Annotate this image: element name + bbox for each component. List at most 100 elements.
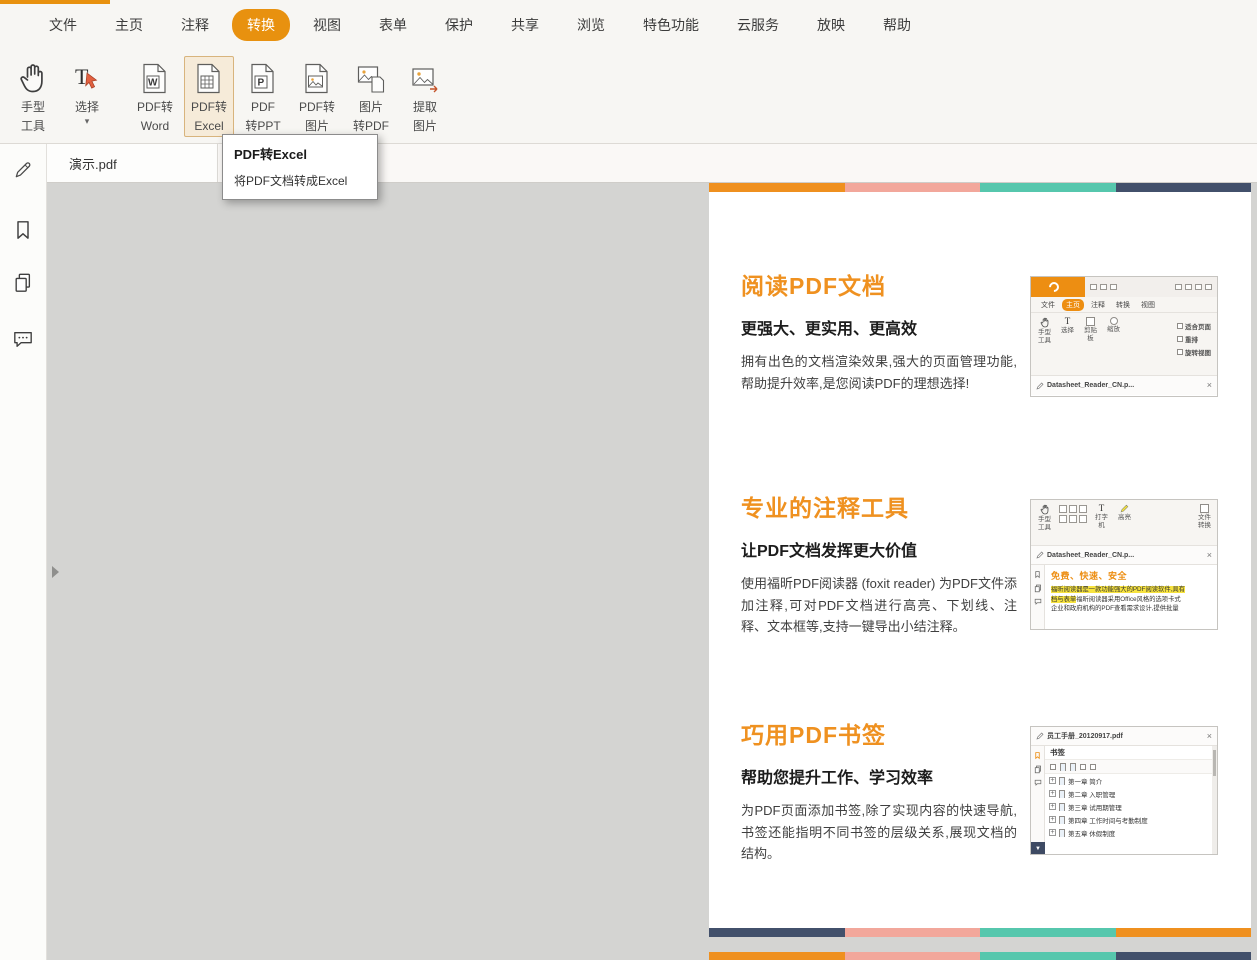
reflow-icon bbox=[1177, 336, 1183, 342]
section-body: 使用福昕PDF阅读器 (foxit reader) 为PDF文件添加注释,可对P… bbox=[741, 573, 1017, 638]
pdf-to-image-icon bbox=[304, 59, 330, 97]
menu-tab-form[interactable]: 表单 bbox=[364, 9, 422, 41]
comments-panel-icon[interactable] bbox=[11, 327, 35, 351]
menu-tab-share[interactable]: 共享 bbox=[496, 9, 554, 41]
bookmark-panel-toolbar-icons bbox=[1045, 760, 1217, 774]
pdf-to-ppt-icon: P bbox=[250, 59, 276, 97]
document-tab[interactable]: 演示.pdf bbox=[47, 144, 218, 182]
hand-icon bbox=[18, 59, 48, 97]
svg-text:P: P bbox=[258, 77, 265, 88]
expand-icon: + bbox=[1049, 790, 1056, 797]
bookmark-item: +第五章 休假制度 bbox=[1045, 826, 1217, 839]
thumb-doc-tab: Datasheet_Reader_CN.p... × bbox=[1031, 546, 1217, 565]
pdf-to-ppt-button[interactable]: P PDF 转PPT bbox=[238, 56, 288, 137]
svg-text:W: W bbox=[148, 77, 158, 88]
bookmark-icon bbox=[1059, 803, 1065, 811]
menu-tab-features[interactable]: 特色功能 bbox=[628, 9, 714, 41]
pdf-to-image-button[interactable]: PDF转 图片 bbox=[292, 56, 342, 137]
bookmarks-panel-icon[interactable] bbox=[11, 218, 35, 242]
hand-tool-label-line2: 工具 bbox=[21, 117, 45, 136]
close-icon: × bbox=[1207, 732, 1212, 741]
image-to-pdf-icon bbox=[357, 59, 385, 97]
edit-pencil-icon bbox=[1036, 732, 1044, 740]
image-to-pdf-button[interactable]: 图片 转PDF bbox=[346, 56, 396, 137]
edit-pencil-icon[interactable] bbox=[11, 158, 35, 182]
fit-page-icon bbox=[1177, 323, 1183, 329]
highlighter-icon bbox=[1120, 504, 1129, 513]
menu-tab-home[interactable]: 主页 bbox=[100, 9, 158, 41]
bookmark-panel-title: 书签 bbox=[1045, 746, 1217, 760]
pdf-to-excel-label-line2: Excel bbox=[194, 117, 223, 136]
thumb-left-rail bbox=[1031, 565, 1045, 630]
menu-tab-cloud[interactable]: 云服务 bbox=[722, 9, 794, 41]
image-to-pdf-label-line1: 图片 bbox=[359, 98, 383, 117]
quick-access-icons bbox=[1085, 277, 1122, 297]
ribbon-toolbar: 手型 工具 T 选择 ▾ W PDF转 Word PDF转 Excel P PD… bbox=[0, 47, 1257, 144]
comments-panel-icon bbox=[1034, 779, 1042, 786]
pages-panel-icon bbox=[1034, 584, 1042, 593]
hand-tool-label-line1: 手型 bbox=[21, 98, 45, 117]
pages-panel-icon[interactable] bbox=[11, 271, 35, 295]
ribbon-menubar: 文件 主页 注释 转换 视图 表单 保护 共享 浏览 特色功能 云服务 放映 帮… bbox=[34, 6, 926, 44]
chevron-down-icon: ▾ bbox=[85, 117, 90, 126]
foxit-logo-icon bbox=[1031, 277, 1085, 297]
thumb-menu-home: 主页 bbox=[1062, 299, 1084, 311]
thumb-tool-icons bbox=[1059, 504, 1087, 545]
thumb-page-text: 免费、快速、安全 福昕阅读器是一款功能强大的PDF阅读软件,具有 档与表单福昕阅… bbox=[1045, 565, 1217, 630]
thumb-clipboard-tool: 剪贴板 bbox=[1082, 317, 1099, 375]
thumb-doc-tab: Datasheet_Reader_CN.p... × bbox=[1031, 376, 1217, 395]
bookmark-icon bbox=[1059, 829, 1065, 837]
menu-tab-protect[interactable]: 保护 bbox=[430, 9, 488, 41]
expand-icon: + bbox=[1049, 816, 1056, 823]
menu-tab-convert[interactable]: 转换 bbox=[232, 9, 290, 41]
menu-tab-present[interactable]: 放映 bbox=[802, 9, 860, 41]
pdf-to-ppt-label-line1: PDF bbox=[251, 98, 275, 117]
clipboard-icon bbox=[1086, 317, 1095, 326]
select-tool-label: 选择 bbox=[75, 98, 99, 117]
pdf-to-word-icon: W bbox=[142, 59, 168, 97]
rotate-view-option: 旋转视图 bbox=[1177, 347, 1211, 357]
menu-tab-help[interactable]: 帮助 bbox=[868, 9, 926, 41]
close-icon: × bbox=[1207, 551, 1212, 560]
panel-expander-arrow-icon[interactable] bbox=[52, 566, 59, 578]
expand-icon: + bbox=[1049, 777, 1056, 784]
thumb-titlebar bbox=[1031, 277, 1217, 297]
edit-pencil-icon bbox=[1036, 551, 1044, 559]
hand-tool-button[interactable]: 手型 工具 bbox=[8, 56, 58, 137]
extract-image-label-line1: 提取 bbox=[413, 98, 437, 117]
bookmark-icon bbox=[1059, 777, 1065, 785]
bookmark-item: +第一章 简介 bbox=[1045, 774, 1217, 787]
document-canvas[interactable]: 阅读PDF文档 更强大、更实用、更高效 拥有出色的文档渲染效果,强大的页面管理功… bbox=[47, 183, 1257, 960]
thumb-menu-file: 文件 bbox=[1037, 299, 1059, 311]
section-subheading: 更强大、更实用、更高效 bbox=[741, 315, 1017, 339]
pdf-to-image-label-line1: PDF转 bbox=[299, 98, 335, 117]
thumb-menu-view: 视图 bbox=[1137, 299, 1159, 311]
pdf-page-2-edge bbox=[709, 952, 1251, 960]
menu-tab-view[interactable]: 视图 bbox=[298, 9, 356, 41]
thumb-orange-heading: 免费、快速、安全 bbox=[1051, 569, 1211, 582]
thumb-view-options: 适合页面 重排 旋转视图 bbox=[1177, 317, 1213, 375]
menu-tab-comment[interactable]: 注释 bbox=[166, 9, 224, 41]
thumb-file-convert-tool: 文件转换 bbox=[1196, 504, 1213, 545]
fit-page-option: 适合页面 bbox=[1177, 321, 1211, 331]
select-tool-button[interactable]: T 选择 ▾ bbox=[62, 56, 112, 136]
rotate-view-icon bbox=[1177, 349, 1183, 355]
extract-image-label-line2: 图片 bbox=[413, 117, 437, 136]
thumb-hand-tool: 手型工具 bbox=[1036, 504, 1053, 545]
pdf-to-excel-button[interactable]: PDF转 Excel bbox=[184, 56, 234, 137]
thumb-select-tool: T 选择 bbox=[1059, 317, 1076, 375]
bookmark-item: +第四章 工作时间与考勤制度 bbox=[1045, 813, 1217, 826]
thumb-menu-comment: 注释 bbox=[1087, 299, 1109, 311]
pdf-section-annotation: 专业的注释工具 让PDF文档发挥更大价值 使用福昕PDF阅读器 (foxit r… bbox=[741, 489, 1017, 638]
thumb-menu-row: 文件 主页 注释 转换 视图 bbox=[1031, 297, 1217, 312]
close-icon: × bbox=[1207, 381, 1212, 390]
extract-image-button[interactable]: 提取 图片 bbox=[400, 56, 450, 137]
bookmark-item: +第三章 试用期管理 bbox=[1045, 800, 1217, 813]
hand-icon bbox=[1040, 504, 1050, 515]
pdf-to-word-button[interactable]: W PDF转 Word bbox=[130, 56, 180, 137]
menu-tab-file[interactable]: 文件 bbox=[34, 9, 92, 41]
thumb-toolbar: 手型工具 T 选择 剪贴板 缩放 适合页面 重排 旋转视图 bbox=[1031, 312, 1217, 376]
select-cursor-icon: T bbox=[1065, 317, 1071, 326]
bookmarks-panel-icon bbox=[1034, 751, 1041, 760]
menu-tab-browse[interactable]: 浏览 bbox=[562, 9, 620, 41]
